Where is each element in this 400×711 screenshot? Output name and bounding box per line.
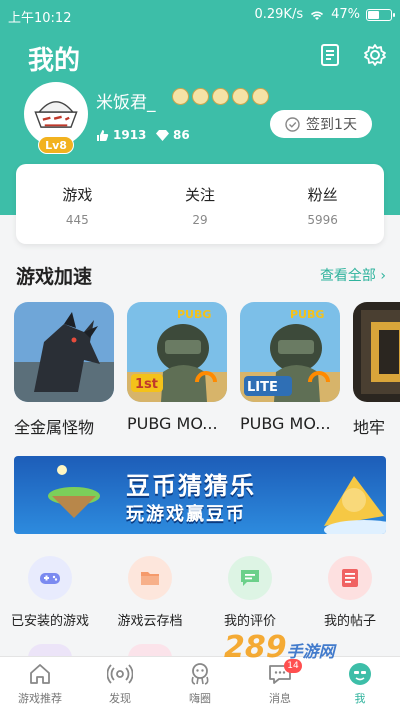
status-time: 上午10:12 <box>8 11 72 26</box>
svg-text:PUBG: PUBG <box>177 308 211 321</box>
game-name: PUBG MO... <box>127 414 218 433</box>
medal-icon <box>192 88 209 105</box>
level-badge: Lv8 <box>38 136 74 154</box>
shortcut-grid: 已安装的游戏 游戏云存档 我的评价 我的帖子 <box>0 556 400 636</box>
shortcut-installed-games[interactable]: 已安装的游戏 <box>0 556 100 629</box>
game-icon: PUBG LITE <box>240 302 340 402</box>
me-icon <box>349 663 371 685</box>
unread-badge: 14 <box>284 659 302 673</box>
circle-icon <box>191 663 209 685</box>
shortcut-my-reviews[interactable]: 我的评价 <box>200 556 300 629</box>
post-icon <box>328 556 372 600</box>
medal-icon <box>212 88 229 105</box>
stat-following[interactable]: 关注 29 <box>139 164 262 244</box>
status-bar: 上午10:12 0.29K/s 47% <box>0 0 400 30</box>
checkin-button[interactable]: 签到1天 <box>270 110 372 138</box>
notes-icon[interactable] <box>318 42 344 68</box>
banner-title: 豆币猜猜乐 <box>126 472 256 500</box>
check-circle-icon <box>285 116 300 132</box>
avatar-container[interactable]: Lv8 <box>24 82 88 154</box>
tab-discover[interactable]: 发现 <box>80 661 160 706</box>
game-icon: PUBG 1st <box>127 302 227 402</box>
tab-messages[interactable]: 14 消息 <box>240 659 320 706</box>
stat-fans[interactable]: 粉丝 5996 <box>261 164 384 244</box>
game-name: 地牢 <box>353 418 386 437</box>
battery-level <box>368 10 380 19</box>
svg-text:1st: 1st <box>135 377 158 392</box>
chevron-right-icon: › <box>380 268 386 284</box>
game-item[interactable]: PUBG 1st PUBG MO... <box>127 302 235 433</box>
game-name: PUBG MO... <box>240 414 331 433</box>
gamepad-icon <box>28 556 72 600</box>
bottom-tab-bar: 游戏推荐 发现 嗨圈 14 消息 我 <box>0 656 400 711</box>
comment-icon <box>228 556 272 600</box>
username[interactable]: 米饭君_ <box>96 88 156 113</box>
svg-text:LITE: LITE <box>247 380 278 395</box>
svg-text:PUBG: PUBG <box>290 308 324 321</box>
page-title: 我的 <box>28 46 81 76</box>
gems-count: 86 <box>156 128 190 142</box>
diamond-icon <box>156 129 169 141</box>
stats-card: 游戏 445 关注 29 粉丝 5996 <box>16 164 384 244</box>
tab-me[interactable]: 我 <box>320 661 400 706</box>
game-carousel[interactable]: 全金属怪物 PUBG 1st PUBG MO... PUBG LITE PUBG… <box>0 302 400 452</box>
game-item[interactable]: 全金属怪物 <box>14 302 122 438</box>
network-speed: 0.29K/s <box>254 7 304 22</box>
section-title: 游戏加速 <box>16 266 93 288</box>
folder-icon <box>128 556 172 600</box>
shortcut-cloud-save[interactable]: 游戏云存档 <box>100 556 200 629</box>
tab-circle[interactable]: 嗨圈 <box>160 661 240 706</box>
game-icon <box>353 302 400 402</box>
see-all-link[interactable]: 查看全部 › <box>320 265 386 285</box>
thumb-up-icon <box>97 129 109 141</box>
game-icon <box>14 302 114 402</box>
battery-percent: 47% <box>331 7 360 22</box>
medal-icon <box>232 88 249 105</box>
discover-icon <box>107 664 133 684</box>
promo-banner[interactable]: 豆币猜猜乐 玩游戏赢豆币 <box>14 456 386 534</box>
banner-subtitle: 玩游戏赢豆币 <box>126 504 246 525</box>
medal-list[interactable] <box>172 88 269 105</box>
home-icon <box>30 664 50 684</box>
game-item[interactable]: 地牢 <box>353 302 400 438</box>
gear-icon[interactable] <box>362 42 388 68</box>
likes-count: 1913 <box>96 128 146 142</box>
medal-icon <box>172 88 189 105</box>
battery-icon <box>366 8 395 21</box>
stat-games[interactable]: 游戏 445 <box>16 164 139 244</box>
tab-recommend[interactable]: 游戏推荐 <box>0 661 80 706</box>
wifi-icon <box>311 11 324 20</box>
game-name: 全金属怪物 <box>14 418 95 437</box>
game-item[interactable]: PUBG LITE PUBG MO... <box>240 302 348 433</box>
shortcut-my-posts[interactable]: 我的帖子 <box>300 556 400 629</box>
medal-icon <box>252 88 269 105</box>
